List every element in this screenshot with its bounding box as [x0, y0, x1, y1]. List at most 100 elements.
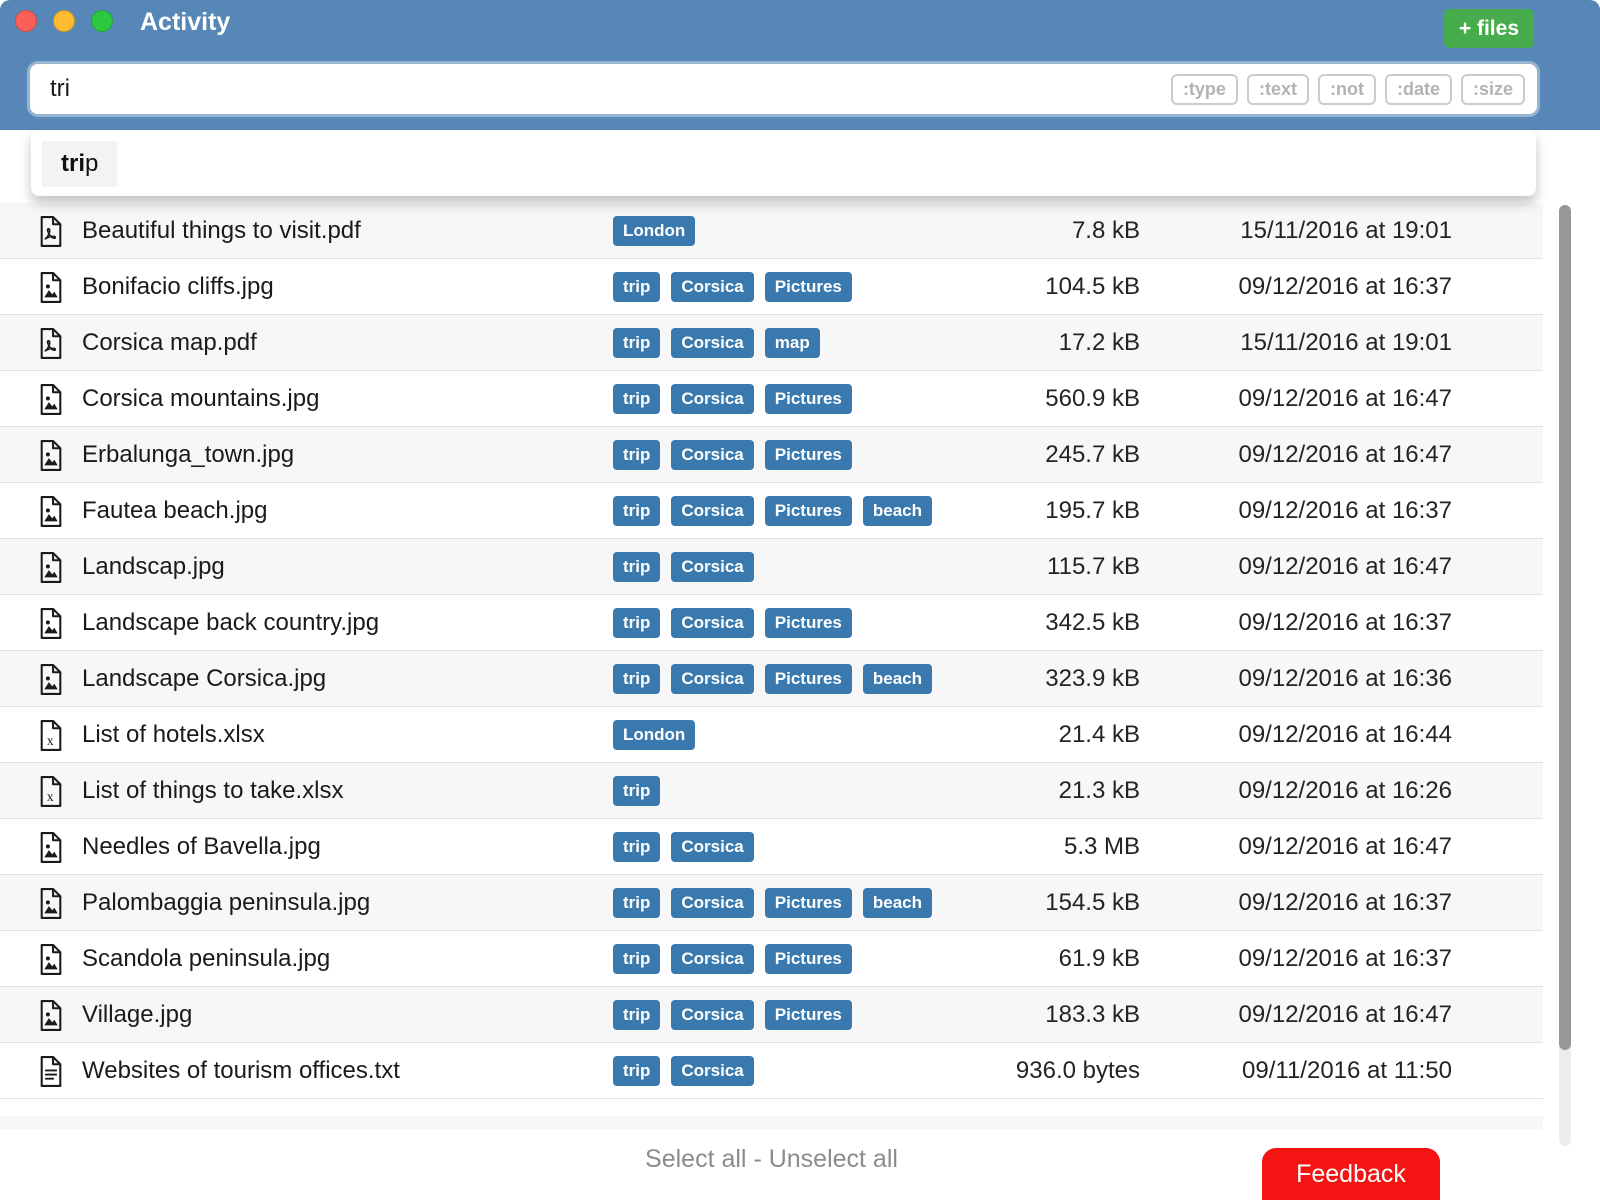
links-separator: - — [747, 1145, 769, 1173]
image-file-icon — [38, 384, 64, 415]
filter-not-button[interactable]: :not — [1318, 74, 1376, 105]
file-size: 323.9 kB — [1045, 665, 1140, 693]
file-name: List of things to take.xlsx — [82, 777, 343, 805]
tag-trip[interactable]: trip — [613, 552, 660, 582]
tag-trip[interactable]: trip — [613, 384, 660, 414]
title-bar: Activity + files :type :text :not :date … — [0, 0, 1600, 130]
file-name: Websites of tourism offices.txt — [82, 1057, 400, 1085]
tag-corsica[interactable]: Corsica — [671, 272, 753, 302]
filter-date-button[interactable]: :date — [1385, 74, 1452, 105]
tag-trip[interactable]: trip — [613, 272, 660, 302]
search-bar: :type :text :not :date :size — [30, 64, 1537, 114]
tag-pictures[interactable]: Pictures — [765, 384, 852, 414]
tag-pictures[interactable]: Pictures — [765, 272, 852, 302]
tag-corsica[interactable]: Corsica — [671, 944, 753, 974]
image-file-icon — [38, 608, 64, 639]
file-row[interactable]: Needles of Bavella.jpg tripCorsica 5.3 M… — [0, 819, 1543, 875]
tag-corsica[interactable]: Corsica — [671, 1056, 753, 1086]
file-row[interactable]: Palombaggia peninsula.jpg tripCorsicaPic… — [0, 875, 1543, 931]
filter-text-button[interactable]: :text — [1247, 74, 1309, 105]
tag-trip[interactable]: trip — [613, 888, 660, 918]
file-tags: trip Corsica Pictures — [613, 440, 852, 470]
tag-pictures[interactable]: Pictures — [765, 496, 852, 526]
tag-pictures[interactable]: Pictures — [765, 888, 852, 918]
add-files-button[interactable]: + files — [1444, 9, 1534, 48]
file-row[interactable]: Fautea beach.jpg tripCorsicaPicturesbeac… — [0, 483, 1543, 539]
file-tags: London — [613, 216, 695, 246]
tag-map[interactable]: map — [765, 328, 820, 358]
tag-trip[interactable]: trip — [613, 664, 660, 694]
select-all-link[interactable]: Select all — [645, 1145, 746, 1173]
app-title: Activity — [140, 8, 230, 37]
tag-london[interactable]: London — [613, 216, 695, 246]
search-input[interactable] — [30, 75, 1171, 103]
file-row[interactable]: Corsica mountains.jpg trip Corsica Picture… — [0, 371, 1543, 427]
tag-trip[interactable]: trip — [613, 776, 660, 806]
scrollbar-track[interactable] — [1559, 205, 1571, 1146]
tag-beach[interactable]: beach — [863, 888, 932, 918]
tag-trip[interactable]: trip — [613, 832, 660, 862]
file-row[interactable]: Landscap.jpg tripCorsica 115.7 kB 09/12/… — [0, 539, 1543, 595]
tag-beach[interactable]: beach — [863, 496, 932, 526]
file-row[interactable]: Scandola peninsula.jpg tripCorsicaPictur… — [0, 931, 1543, 987]
file-row[interactable]: x List of hotels.xlsx London 21.4 kB 09/… — [0, 707, 1543, 763]
file-row[interactable]: Corsica map.pdf tripCorsicamap 17.2 kB 1… — [0, 315, 1543, 371]
tag-corsica[interactable]: Corsica — [671, 608, 753, 638]
tag-pictures[interactable]: Pictures — [765, 1000, 852, 1030]
file-row[interactable]: Bonifacio cliffs.jpg tripCorsicaPictures… — [0, 259, 1543, 315]
file-size: 195.7 kB — [1045, 497, 1140, 525]
feedback-button[interactable]: Feedback — [1262, 1148, 1440, 1200]
tag-trip[interactable]: trip — [613, 328, 660, 358]
tag-trip[interactable]: trip — [613, 1056, 660, 1086]
file-tags: trip Corsica Pictures — [613, 384, 852, 414]
text-file-icon — [38, 1056, 64, 1087]
tag-beach[interactable]: beach — [863, 664, 932, 694]
file-row[interactable]: Websites of tourism offices.txt trip Cors… — [0, 1043, 1543, 1099]
filter-size-button[interactable]: :size — [1461, 74, 1525, 105]
file-row[interactable]: Beautiful things to visit.pdf London 7.8… — [0, 203, 1543, 259]
unselect-all-link[interactable]: Unselect all — [769, 1145, 898, 1173]
file-name: Landscape Corsica.jpg — [82, 665, 326, 693]
tag-trip[interactable]: trip — [613, 496, 660, 526]
tag-trip[interactable]: trip — [613, 944, 660, 974]
filter-type-button[interactable]: :type — [1171, 74, 1238, 105]
tag-corsica[interactable]: Corsica — [671, 496, 753, 526]
tag-pictures[interactable]: Pictures — [765, 440, 852, 470]
scrollbar-thumb[interactable] — [1559, 205, 1571, 1050]
tag-corsica[interactable]: Corsica — [671, 384, 753, 414]
search-suggestions-dropdown: trip — [31, 130, 1536, 196]
file-row[interactable]: Erbalunga_town.jpg tripCorsicaPictures 2… — [0, 427, 1543, 483]
tag-pictures[interactable]: Pictures — [765, 608, 852, 638]
tag-corsica[interactable]: Corsica — [671, 832, 753, 862]
tag-corsica[interactable]: Corsica — [671, 552, 753, 582]
tag-corsica[interactable]: Corsica — [671, 888, 753, 918]
svg-text:x: x — [47, 733, 54, 748]
file-name: Erbalunga_town.jpg — [82, 441, 294, 469]
tag-corsica[interactable]: Corsica — [671, 1000, 753, 1030]
tag-corsica[interactable]: Corsica — [671, 328, 753, 358]
file-row[interactable]: Landscape Corsica.jpg trip Corsica Picture… — [0, 651, 1543, 707]
tag-trip[interactable]: trip — [613, 440, 660, 470]
suggestion-trip[interactable]: trip — [42, 141, 117, 187]
image-file-icon — [38, 552, 64, 583]
file-date: 09/11/2016 at 11:50 — [1242, 1057, 1452, 1085]
minimize-window-button[interactable] — [53, 10, 75, 32]
tag-corsica[interactable]: Corsica — [671, 440, 753, 470]
close-window-button[interactable] — [15, 10, 37, 32]
tag-pictures[interactable]: Pictures — [765, 664, 852, 694]
tag-pictures[interactable]: Pictures — [765, 944, 852, 974]
file-tags: trip Corsica Pictures — [613, 608, 852, 638]
file-tags: trip Corsica Pictures beach — [613, 888, 932, 918]
file-date: 15/11/2016 at 19:01 — [1240, 329, 1452, 357]
file-name: Corsica mountains.jpg — [82, 385, 319, 413]
tag-london[interactable]: London — [613, 720, 695, 750]
tag-trip[interactable]: trip — [613, 1000, 660, 1030]
file-name: Needles of Bavella.jpg — [82, 833, 321, 861]
excel-file-icon: x — [38, 776, 64, 807]
file-row[interactable]: x List of things to take.xlsx trip 21.3 … — [0, 763, 1543, 819]
zoom-window-button[interactable] — [91, 10, 113, 32]
tag-corsica[interactable]: Corsica — [671, 664, 753, 694]
tag-trip[interactable]: trip — [613, 608, 660, 638]
file-row[interactable]: Landscape back country.jpg tripCorsicaPi… — [0, 595, 1543, 651]
file-row[interactable]: Village.jpg tripCorsicaPictures 183.3 kB… — [0, 987, 1543, 1043]
